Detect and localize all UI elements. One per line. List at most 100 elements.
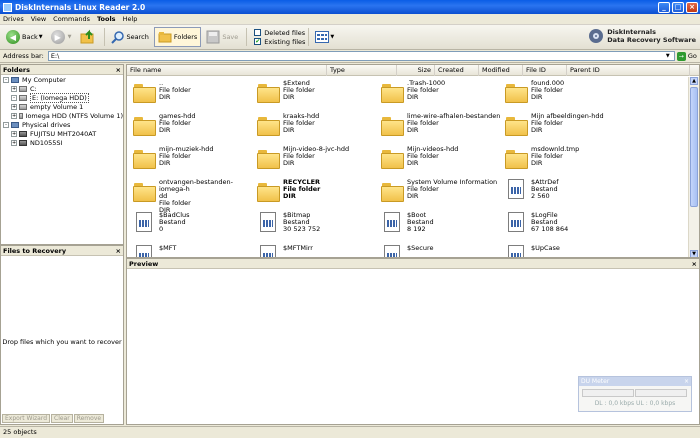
folder-item[interactable]: .Trash-1000 File folder DIR [381, 79, 505, 112]
close-icon[interactable]: × [116, 66, 121, 74]
collapse-icon[interactable]: - [3, 76, 9, 83]
file-list-scrollbar[interactable]: ▲ ▼ [688, 77, 699, 257]
file-icon [257, 245, 279, 257]
file-item[interactable]: $UpCase [505, 244, 629, 257]
close-icon[interactable]: × [116, 247, 121, 255]
existing-files-checkbox[interactable]: ✔ Existing files [254, 37, 305, 46]
file-info: DIR [159, 93, 171, 101]
menu-help[interactable]: Help [123, 15, 138, 23]
file-item[interactable]: $Bitmap Bestand 30 523 752 [257, 211, 381, 244]
column-modified[interactable]: Modified [479, 65, 523, 76]
chevron-down-icon[interactable]: ▼ [39, 34, 43, 40]
forward-button[interactable]: ▶ ▼ [48, 27, 75, 47]
tree-item[interactable]: - E: (Iomega HDD) [1, 92, 123, 103]
save-button[interactable]: Save [203, 27, 241, 47]
file-item[interactable]: $BadClus Bestand 0 [133, 211, 257, 244]
toolbar-separator [246, 28, 248, 46]
folder-item[interactable]: Mijn-video-8-jvc-hdd File folder DIR [257, 145, 381, 178]
existing-files-label: Existing files [264, 37, 306, 46]
file-icon [133, 245, 155, 257]
du-meter-widget[interactable]: DU Meter × DL : 0,0 kbps UL : 0,0 kbps [578, 376, 692, 412]
collapse-icon[interactable]: - [3, 121, 9, 128]
file-item[interactable]: $AttrDef Bestand 2 560 [505, 178, 629, 211]
file-name: $MFT [159, 244, 177, 252]
folder-item[interactable]: $Extend File folder DIR [257, 79, 381, 112]
toolbar-separator [308, 28, 310, 46]
deleted-files-checkbox[interactable]: Deleted files [254, 28, 305, 37]
column-type[interactable]: Type [327, 65, 397, 76]
file-item[interactable]: $LogFile Bestand 67 108 864 [505, 211, 629, 244]
chevron-down-icon[interactable]: ▼ [68, 34, 72, 40]
close-button[interactable]: × [686, 1, 698, 13]
tree-item-label: C: [30, 84, 37, 93]
file-item[interactable]: $Secure [381, 244, 505, 257]
file-item[interactable]: $Boot Bestand 8 192 [381, 211, 505, 244]
folder-item[interactable]: found.000 File folder DIR [505, 79, 629, 112]
collapse-icon[interactable]: - [11, 94, 17, 101]
menu-drives[interactable]: Drives [3, 15, 24, 23]
menu-view[interactable]: View [31, 15, 46, 23]
file-info: DIR [159, 126, 171, 134]
scroll-down-icon[interactable]: ▼ [690, 250, 698, 257]
menu-commands[interactable]: Commands [53, 15, 90, 23]
column-file-id[interactable]: File ID [523, 65, 567, 76]
folder-item[interactable]: mijn-muziek-hdd File folder DIR [133, 145, 257, 178]
folder-item[interactable]: lime-wire-afhalen-bestanden File folder DI… [381, 112, 505, 145]
upload-bar [635, 389, 687, 397]
expand-icon[interactable]: + [11, 85, 17, 92]
folder-item[interactable]: Mijn-videos-hdd File folder DIR [381, 145, 505, 178]
export-wizard-button[interactable]: Export Wizard [2, 414, 51, 423]
file-item[interactable]: $MFT [133, 244, 257, 257]
tree-item[interactable]: + empty Volume 1 [1, 102, 123, 111]
address-dropdown-icon[interactable]: ▼ [666, 53, 674, 59]
folder-item[interactable]: ontvangen-bestanden-iomega-h dd File folde… [133, 178, 257, 214]
address-input[interactable] [47, 51, 675, 61]
forward-arrow-icon: ▶ [50, 30, 65, 44]
folder-item[interactable]: Mijn afbeeldingen-hdd File folder DIR [505, 112, 629, 145]
tree-item[interactable]: + ND1055SI [1, 138, 123, 147]
column-size[interactable]: Size [397, 65, 435, 76]
tree-item[interactable]: - My Computer [1, 75, 123, 84]
chevron-down-icon[interactable]: ▼ [330, 34, 334, 40]
folders-button[interactable]: Folders [153, 27, 202, 47]
remove-button[interactable]: Remove [73, 414, 105, 423]
tree-item[interactable]: + FUJITSU MHT2040AT [1, 129, 123, 138]
scroll-up-icon[interactable]: ▲ [690, 77, 698, 85]
folder-icon [133, 146, 156, 169]
up-folder-button[interactable] [77, 27, 99, 47]
menu-tools[interactable]: Tools [97, 15, 116, 23]
expand-icon[interactable]: + [11, 112, 17, 119]
maximize-button[interactable]: □ [672, 1, 684, 13]
close-icon[interactable]: × [692, 260, 697, 268]
expand-icon[interactable]: + [11, 130, 17, 137]
folder-item[interactable]: games-hdd File folder DIR [133, 112, 257, 145]
expand-icon[interactable]: + [11, 139, 17, 146]
search-button[interactable]: Search [108, 27, 152, 47]
expand-icon[interactable]: + [11, 103, 17, 110]
clear-button[interactable]: Clear [51, 414, 73, 423]
tree-item-label: Physical drives [22, 120, 71, 129]
column-created[interactable]: Created [435, 65, 479, 76]
column-parent-id[interactable]: Parent ID [567, 65, 690, 76]
tree-item[interactable]: + Iomega HDD (NTFS Volume 1) [1, 111, 123, 120]
tree-item-label: ND1055SI [30, 138, 63, 147]
folder-icon [505, 146, 528, 169]
close-icon[interactable]: × [684, 377, 689, 386]
folder-item[interactable]: RECYCLER File folder DIR [257, 178, 381, 211]
go-button[interactable]: → Go [676, 51, 697, 61]
file-item[interactable]: $MFTMirr [257, 244, 381, 257]
back-button[interactable]: ◀ Back ▼ [3, 27, 46, 47]
drop-zone-text[interactable]: Drop files which you want to recover [1, 338, 123, 346]
folder-item[interactable]: System Volume Information File folder DIR [381, 178, 505, 211]
tree-item[interactable]: - Physical drives [1, 120, 123, 129]
file-type: File folder [407, 119, 439, 127]
folder-item[interactable]: .. File folder DIR [133, 79, 257, 112]
column-file-name[interactable]: File name [127, 65, 327, 76]
minimize-button[interactable]: _ [658, 1, 670, 13]
recovery-header-label: Files to Recovery [3, 246, 67, 255]
folder-item[interactable]: msdownld.tmp File folder DIR [505, 145, 629, 178]
view-mode-button[interactable]: ▼ [312, 27, 337, 47]
scrollbar-thumb[interactable] [690, 87, 698, 207]
view-mode-icon [315, 31, 330, 43]
folder-item[interactable]: kraaks-hdd File folder DIR [257, 112, 381, 145]
